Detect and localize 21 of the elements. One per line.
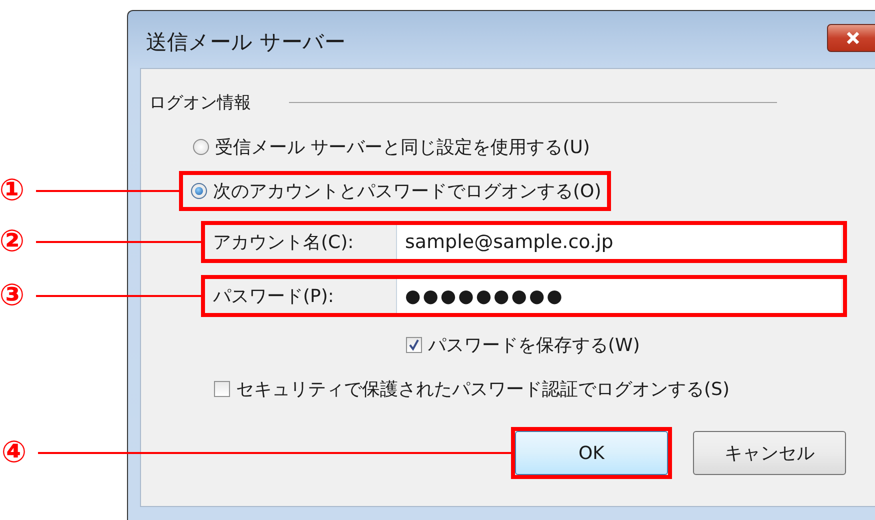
radio-label: 次のアカウントとパスワードでログオンする(O) bbox=[213, 180, 602, 203]
ok-button[interactable]: OK bbox=[515, 431, 668, 475]
checkbox-label: セキュリティで保護されたパスワード認証でログオンする(S) bbox=[236, 378, 730, 401]
password-field[interactable]: ●●●●●●●●● bbox=[396, 279, 841, 313]
group-label: ログオン情報 bbox=[149, 92, 251, 114]
callout-number: ① bbox=[0, 176, 26, 206]
radio-button[interactable] bbox=[193, 139, 209, 155]
radio-label: 受信メール サーバーと同じ設定を使用する(U) bbox=[215, 136, 590, 159]
close-button[interactable] bbox=[827, 24, 875, 52]
account-field[interactable]: sample@sample.co.jp bbox=[396, 225, 841, 259]
checkbox[interactable] bbox=[406, 337, 422, 353]
checkbox-label: パスワードを保存する(W) bbox=[428, 334, 640, 357]
callout-number: ③ bbox=[0, 281, 26, 311]
checkbox[interactable] bbox=[214, 381, 230, 397]
window-title: 送信メール サーバー bbox=[146, 28, 346, 56]
cancel-button[interactable]: キャンセル bbox=[693, 431, 846, 475]
field-label: アカウント名(C): bbox=[212, 231, 355, 254]
callout-number: ② bbox=[0, 227, 26, 257]
field-label: パスワード(P): bbox=[212, 285, 335, 308]
radio-button[interactable] bbox=[191, 183, 207, 199]
callout-number: ④ bbox=[0, 438, 28, 468]
